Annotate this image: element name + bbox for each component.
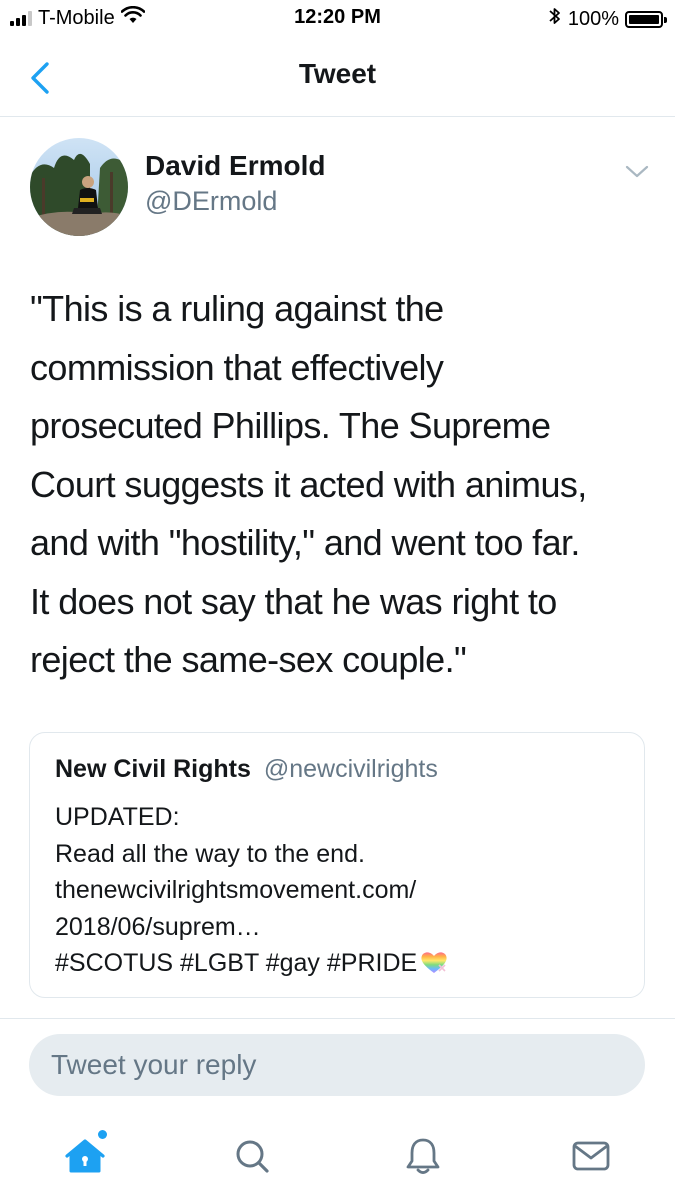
quoted-text-line: 2018/06/suprem… (55, 912, 261, 941)
status-bar: T-Mobile 12:20 PM 100% (0, 0, 675, 40)
divider (0, 1018, 675, 1019)
quoted-text-line: UPDATED: (55, 803, 180, 831)
quoted-author-handle: @newcivilrights (263, 755, 438, 783)
notifications-icon (406, 1138, 440, 1174)
reply-placeholder: Tweet your reply (51, 1049, 257, 1080)
chevron-down-icon (625, 165, 649, 178)
battery-icon (625, 10, 667, 28)
home-notification-dot (98, 1130, 107, 1139)
quoted-author-name: New Civil Rights (55, 755, 251, 783)
tab-messages[interactable] (563, 1128, 619, 1184)
tab-bar (0, 1112, 675, 1200)
tweet-text-line: and with "hostility," and went too far. (30, 522, 580, 563)
quoted-tweet-header: New Civil Rights @newcivilrights (55, 755, 438, 784)
nav-header: Tweet (0, 40, 675, 117)
tweet-text-line: prosecuted Phillips. The Supreme (30, 405, 551, 446)
tweet-text-line: reject the same-sex couple." (30, 639, 467, 680)
page-title: Tweet (298, 58, 377, 89)
author-handle[interactable]: @DErmold (145, 186, 277, 217)
quoted-tweet-card[interactable]: New Civil Rights @newcivilrights UPDATED… (29, 732, 645, 998)
bluetooth-icon (548, 6, 562, 32)
status-bar-right: 100% (548, 6, 667, 32)
avatar[interactable] (30, 138, 128, 236)
rainbow-heart-emoji (419, 949, 449, 986)
tweet-text-line: "This is a ruling against the (30, 288, 444, 329)
author-name[interactable]: David Ermold (145, 150, 325, 182)
battery-percent: 100% (567, 7, 619, 30)
tab-notifications[interactable] (395, 1128, 451, 1184)
search-icon (236, 1140, 269, 1173)
tweet-text: "This is a ruling against the commission… (30, 280, 650, 690)
quoted-text-line-hashtags: #SCOTUS #LGBT #gay #PRIDE (55, 945, 625, 986)
quoted-text-line: thenewcivilrightsmovement.com/ (55, 876, 417, 904)
messages-icon (572, 1141, 610, 1171)
tab-search[interactable] (224, 1128, 280, 1184)
quoted-tweet-text: UPDATED: Read all the way to the end. th… (55, 799, 625, 986)
battery-fill (629, 14, 659, 24)
tweet-text-line: It does not say that he was right to (30, 580, 557, 622)
quoted-hashtags: #SCOTUS #LGBT #gay #PRIDE (55, 949, 418, 977)
quoted-text-line: Read all the way to the end. (55, 839, 365, 868)
tab-home[interactable] (57, 1128, 113, 1184)
reply-input[interactable]: Tweet your reply (29, 1034, 645, 1096)
home-icon (65, 1139, 105, 1173)
tweet-options-button[interactable] (622, 160, 652, 184)
tweet-text-line: Court suggests it acted with animus, (30, 463, 587, 505)
tweet-text-line: commission that effectively (30, 346, 444, 388)
